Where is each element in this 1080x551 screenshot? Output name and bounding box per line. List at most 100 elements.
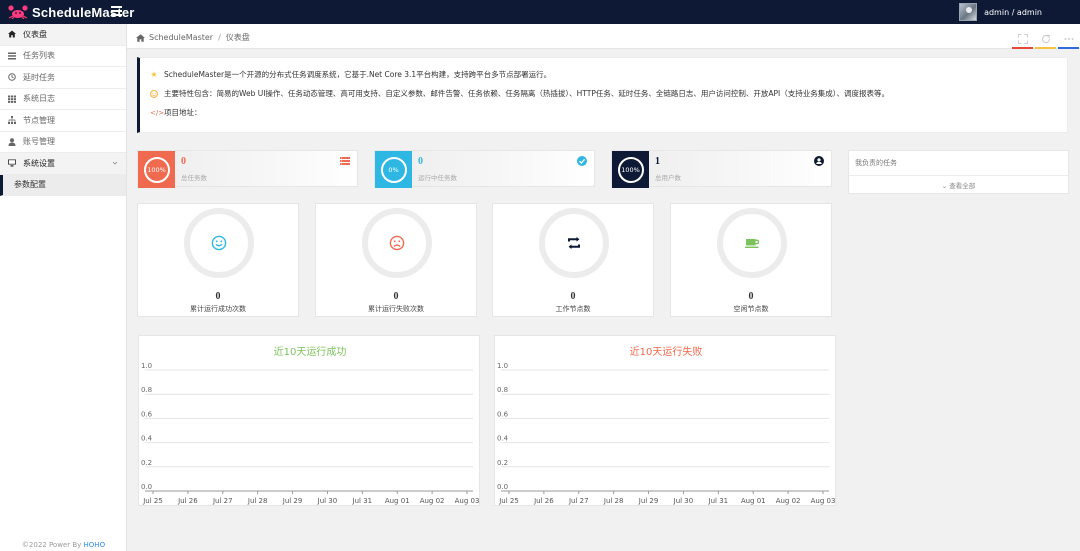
sidebar-item-tasks[interactable]: 任务列表 bbox=[0, 46, 126, 67]
breadcrumb-home[interactable]: ScheduleMaster bbox=[149, 33, 213, 42]
card-success-count: 0 累计运行成功次数 bbox=[137, 203, 299, 317]
notice-line: ★ ScheduleMaster是一个开源的分布式任务调度系统，它基于.Net … bbox=[150, 69, 551, 80]
home-icon bbox=[8, 30, 16, 38]
y-tick-label: 1.0 bbox=[497, 362, 508, 370]
y-tick-label: 0.6 bbox=[497, 410, 509, 418]
stat-ring: 100% bbox=[143, 156, 170, 183]
card-value: 0 bbox=[215, 291, 221, 302]
x-tick-label: Jul 29 bbox=[282, 497, 303, 505]
footer-link[interactable]: HOHO bbox=[84, 541, 106, 549]
expand-icon bbox=[1017, 33, 1028, 44]
tool-stripe bbox=[1012, 47, 1033, 49]
top-navbar: ScheduleMaster admin / admin bbox=[0, 0, 1080, 24]
stat-ring: 100% bbox=[617, 156, 644, 183]
card-circle bbox=[184, 208, 254, 278]
user-menu[interactable]: admin / admin bbox=[959, 3, 1042, 21]
chart-svg: 近10天运行失败 0.0 0.2 0.4 0.6 0.8 1.0 Jul 25 Jul 26 Ju… bbox=[497, 345, 835, 505]
x-tick-label: Aug 02 bbox=[420, 497, 445, 505]
sidebar-item-settings[interactable]: 系统设置 bbox=[0, 153, 126, 175]
x-tick-label: Jul 26 bbox=[177, 497, 198, 505]
card-value: 0 bbox=[393, 291, 399, 302]
sidebar-item-label: 节点管理 bbox=[23, 115, 55, 125]
tool-stripe bbox=[1058, 47, 1079, 49]
card-value: 0 bbox=[570, 291, 576, 302]
y-tick-label: 0.6 bbox=[141, 410, 153, 418]
hamburger-menu-icon[interactable] bbox=[111, 6, 122, 16]
sidebar-item-label: 系统日志 bbox=[23, 94, 55, 104]
card-circle bbox=[362, 208, 432, 278]
stat-label: 总用户数 bbox=[655, 174, 681, 182]
stat-value: 0 bbox=[181, 156, 186, 167]
panel-tools bbox=[1011, 28, 1080, 49]
y-tick-label: 0.8 bbox=[497, 386, 508, 394]
grid-icon bbox=[8, 95, 16, 103]
stat-ring-bg: 0% bbox=[375, 151, 412, 188]
footer-text: ©2022 Power By bbox=[21, 541, 84, 549]
y-tick-label: 0.0 bbox=[141, 483, 152, 491]
stat-value: 0 bbox=[418, 156, 423, 167]
refresh-button[interactable] bbox=[1034, 28, 1057, 49]
smile-icon bbox=[211, 235, 227, 251]
sitemap-icon bbox=[8, 116, 16, 125]
card-idle-nodes: 0 空闲节点数 bbox=[670, 203, 832, 317]
breadcrumb-separator: / bbox=[218, 33, 221, 42]
y-tick-label: 1.0 bbox=[141, 362, 152, 370]
check-circle-icon bbox=[577, 156, 587, 166]
view-all-link[interactable]: ⌄ 查看全部 bbox=[849, 180, 1068, 190]
sidebar-item-dashboard[interactable]: 仪表盘 bbox=[0, 24, 126, 46]
chart-title: 近10天运行失败 bbox=[630, 345, 703, 358]
list-icon bbox=[340, 156, 350, 166]
x-tick-label: Jul 25 bbox=[142, 497, 163, 505]
avatar bbox=[959, 3, 978, 21]
notice-line: 主要特性包含：简易的Web UI操作、任务动态管理、高可用支持、自定义参数、邮件… bbox=[150, 88, 889, 99]
sidebar-item-label: 延时任务 bbox=[23, 72, 55, 82]
y-tick-label: 0.0 bbox=[497, 483, 508, 491]
coffee-icon bbox=[745, 239, 760, 248]
card-label: 累计运行成功次数 bbox=[190, 305, 246, 313]
card-worker-nodes: 0 工作节点数 bbox=[492, 203, 654, 317]
sidebar-item-params[interactable]: 参数配置 bbox=[0, 174, 126, 196]
x-tick-label: Jul 26 bbox=[533, 497, 554, 505]
breadcrumb-current: 仪表盘 bbox=[225, 33, 250, 42]
more-button[interactable] bbox=[1057, 28, 1080, 49]
crab-logo-icon bbox=[8, 5, 28, 19]
sidebar-item-label: 系统设置 bbox=[23, 158, 55, 168]
stat-label: 运行中任务数 bbox=[418, 174, 457, 182]
chart-failure-10days: 近10天运行失败 0.0 0.2 0.4 0.6 0.8 1.0 Jul 25 Jul 26 Ju… bbox=[494, 335, 836, 506]
notice-line: </> 项目地址： bbox=[150, 107, 202, 118]
retweet-icon bbox=[568, 237, 580, 249]
sidebar-item-accounts[interactable]: 账号管理 bbox=[0, 132, 126, 153]
card-label: 工作节点数 bbox=[555, 305, 591, 313]
x-tick-label: Jul 31 bbox=[708, 497, 729, 505]
sidebar-item-label: 参数配置 bbox=[14, 180, 46, 190]
y-tick-label: 0.4 bbox=[141, 435, 153, 443]
notice-text: 主要特性包含：简易的Web UI操作、任务动态管理、高可用支持、自定义参数、邮件… bbox=[164, 89, 889, 98]
breadcrumb-bar: ScheduleMaster / 仪表盘 bbox=[127, 24, 1080, 49]
star-icon: ★ bbox=[150, 69, 158, 79]
clock-icon bbox=[8, 73, 16, 82]
x-tick-label: Jul 25 bbox=[498, 497, 519, 505]
x-tick-label: Jul 28 bbox=[603, 497, 624, 505]
x-tick-label: Jul 30 bbox=[317, 497, 338, 505]
y-tick-label: 0.2 bbox=[497, 459, 508, 467]
sidebar-item-system-log[interactable]: 系统日志 bbox=[0, 89, 126, 110]
notice-text: 项目地址： bbox=[164, 108, 202, 117]
user-icon bbox=[8, 137, 16, 146]
sidebar-footer: ©2022 Power By HOHO bbox=[0, 541, 127, 549]
card-label: 空闲节点数 bbox=[733, 305, 769, 313]
stat-running-tasks: 0% 0 运行中任务数 bbox=[374, 150, 595, 188]
list-icon bbox=[8, 52, 16, 60]
notice-text: ScheduleMaster是一个开源的分布式任务调度系统，它基于.Net Co… bbox=[164, 70, 552, 79]
y-tick-label: 0.4 bbox=[497, 435, 509, 443]
sidebar-item-nodes[interactable]: 节点管理 bbox=[0, 110, 126, 132]
chevron-down-icon bbox=[111, 159, 119, 167]
sidebar-item-delay-tasks[interactable]: 延时任务 bbox=[0, 67, 126, 89]
stat-ring: 0% bbox=[380, 156, 407, 183]
user-name: admin / admin bbox=[984, 7, 1042, 17]
divider bbox=[849, 175, 1068, 176]
fullscreen-button[interactable] bbox=[1011, 28, 1034, 49]
sidebar-item-label: 仪表盘 bbox=[23, 29, 47, 39]
stat-total-tasks: 100% 0 总任务数 bbox=[137, 150, 358, 188]
my-tasks-title: 我负责的任务 bbox=[855, 159, 897, 167]
stat-total-users: 100% 1 总用户数 bbox=[611, 150, 832, 188]
